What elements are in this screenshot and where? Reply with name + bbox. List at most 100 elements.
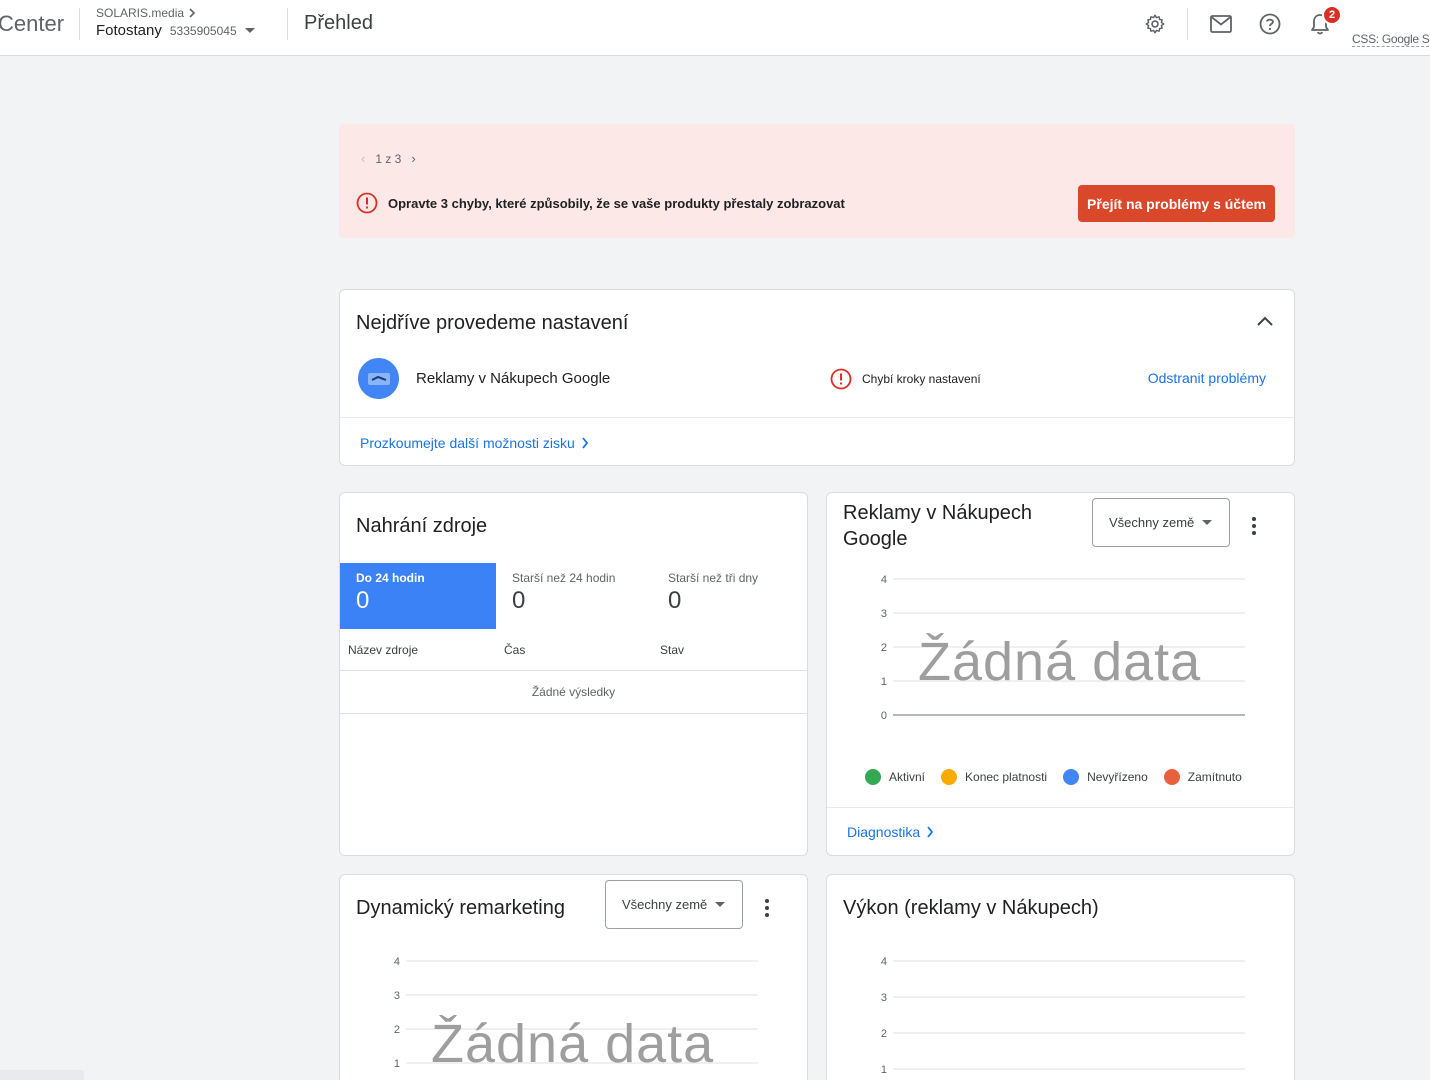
chevron-left-icon[interactable]: ‹ [361,151,365,166]
shopping-ads-card: Reklamy v Nákupech Google Všechny země 4… [826,492,1295,856]
feeds-title: Nahrání zdroje [356,515,488,537]
account-name: Fotostany [96,22,162,39]
tile-value: 0 [668,587,682,614]
chevron-right-icon [927,826,934,838]
tile-under-24h[interactable]: Do 24 hodin 0 [340,563,496,629]
help-icon[interactable] [1258,12,1282,36]
performance-chart: 4 3 2 1 [881,956,1245,1076]
account-parent-name: SOLARIS.media [96,6,185,20]
more-options-icon[interactable] [757,898,777,918]
country-select-value: Všechny země [622,897,708,912]
y-tick-label: 1 [394,1058,400,1070]
country-select[interactable]: Všechny země [605,880,743,929]
divider [79,8,80,40]
page-title: Přehled [304,12,373,34]
shopping-ads-title: Reklamy v Nákupech Google [843,502,1032,550]
setup-program-row: Reklamy v Nákupech Google Chybí kroky na… [358,358,1278,400]
shopping-ads-logo-icon [358,358,399,399]
column-header-time[interactable]: Čas [504,643,525,657]
tile-value: 0 [356,587,370,614]
dynamic-remarketing-card: Dynamický remarketing Všechny země 4321 … [339,874,808,1080]
y-tick-label: 3 [881,992,887,1004]
legend-label: Aktivní [889,770,926,784]
y-tick-label: 2 [881,642,887,654]
chevron-down-icon[interactable] [244,28,255,33]
tile-older-24h[interactable]: Starší než 24 hodin 0 [496,563,652,629]
alert-message: Opravte 3 chyby, které způsobily, že se … [356,192,845,214]
go-to-account-issues-button[interactable]: Přejít na problémy s účtem [1078,185,1275,222]
no-results-text: Žádné výsledky [531,685,616,699]
divider [1187,8,1188,40]
legend-item-disapproved[interactable]: Zamítnuto [1163,769,1242,785]
legend-item-pending[interactable]: Nevyřízeno [1063,769,1148,785]
tile-value: 0 [512,587,526,614]
diagnostics-link[interactable]: Diagnostika [847,824,934,840]
y-tick-label: 1 [881,676,887,688]
error-icon [356,192,378,214]
account-parent[interactable]: SOLARIS.media [96,6,255,20]
setup-title: Nejdříve provedeme nastavení [356,312,629,334]
pager-text: 1 z 3 [375,151,402,166]
app-brand: Center [0,11,65,36]
legend-dot [1063,769,1080,785]
column-header-status[interactable]: Stav [660,643,684,657]
table-header: Název zdroje Čas Stav [340,643,807,671]
legend-label: Konec platnosti [965,770,1048,784]
chevron-right-icon [582,437,588,449]
tile-older-3d[interactable]: Starší než tři dny 0 [652,563,808,629]
setup-card: Nejdříve provedeme nastavení Reklamy v N… [339,289,1295,466]
performance-title: Výkon (reklamy v Nákupech) [843,897,1099,919]
country-select-value: Všechny země [1109,515,1195,530]
tile-label: Do 24 hodin [356,571,425,585]
chevron-down-icon [715,902,726,907]
chevron-right-icon [189,8,196,18]
y-tick-label: 3 [394,990,400,1002]
error-icon [830,368,852,390]
column-header-feed-name[interactable]: Název zdroje [348,643,418,657]
explore-link-text: Prozkoumejte další možnosti zisku [360,435,575,451]
chevron-up-icon[interactable] [1256,314,1274,332]
alert-pager: ‹ 1 z 3 › [361,151,416,166]
performance-card: Výkon (reklamy v Nákupech) 4 3 2 1 [826,874,1295,1080]
divider [340,417,1294,418]
top-app-bar: Center SOLARIS.media Fotostany 533590504… [0,0,1430,56]
remarketing-title: Dynamický remarketing [356,897,565,919]
setup-status-text: Chybí kroky nastavení [862,372,981,386]
chevron-down-icon [1202,520,1213,525]
explore-more-link[interactable]: Prozkoumejte další možnosti zisku [360,435,589,451]
tile-label: Starší než 24 hodin [512,571,616,585]
legend-dot [865,769,881,785]
divider [827,807,1294,808]
setup-status: Chybí kroky nastavení [830,368,981,390]
y-tick-label: 4 [881,956,887,968]
css-label[interactable]: CSS: Google S [1352,32,1430,47]
legend-dot [1163,769,1180,785]
legend-dot [941,769,958,785]
fix-problems-link[interactable]: Odstranit problémy [1148,370,1266,386]
tile-label: Starší než tři dny [668,571,759,585]
feed-tiles: Do 24 hodin 0 Starší než 24 hodin 0 Star… [340,563,809,629]
y-tick-label: 0 [881,710,887,722]
alert-banner: ‹ 1 z 3 › Opravte 3 chyby, které způsobi… [339,124,1295,238]
y-tick-label: 2 [394,1024,400,1036]
chevron-right-icon[interactable]: › [411,151,415,166]
mail-icon[interactable] [1209,12,1233,36]
y-tick-label: 3 [881,608,887,620]
account-switcher[interactable]: SOLARIS.media Fotostany 5335905045 [96,6,255,39]
divider [287,8,288,40]
product-name: Reklamy v Nákupech Google [416,370,611,387]
legend-label: Zamítnuto [1187,770,1242,784]
legend-item-expiring[interactable]: Konec platnosti [941,769,1047,785]
y-tick-label: 4 [881,574,887,586]
more-options-icon[interactable] [1244,516,1264,536]
y-tick-label: 2 [881,1028,887,1040]
y-tick-label: 4 [394,956,400,968]
country-select[interactable]: Všechny země [1092,498,1230,547]
chart-legend: Aktivní Konec platnosti Nevyřízeno Zamít… [865,769,1242,785]
diagnostics-link-text: Diagnostika [847,824,921,840]
legend-item-active[interactable]: Aktivní [865,769,925,785]
no-data-text: Žádná data [431,1014,715,1074]
settings-icon[interactable] [1143,12,1167,36]
status-bar-tag [0,1070,84,1080]
alert-text: Opravte 3 chyby, které způsobily, že se … [388,195,845,211]
